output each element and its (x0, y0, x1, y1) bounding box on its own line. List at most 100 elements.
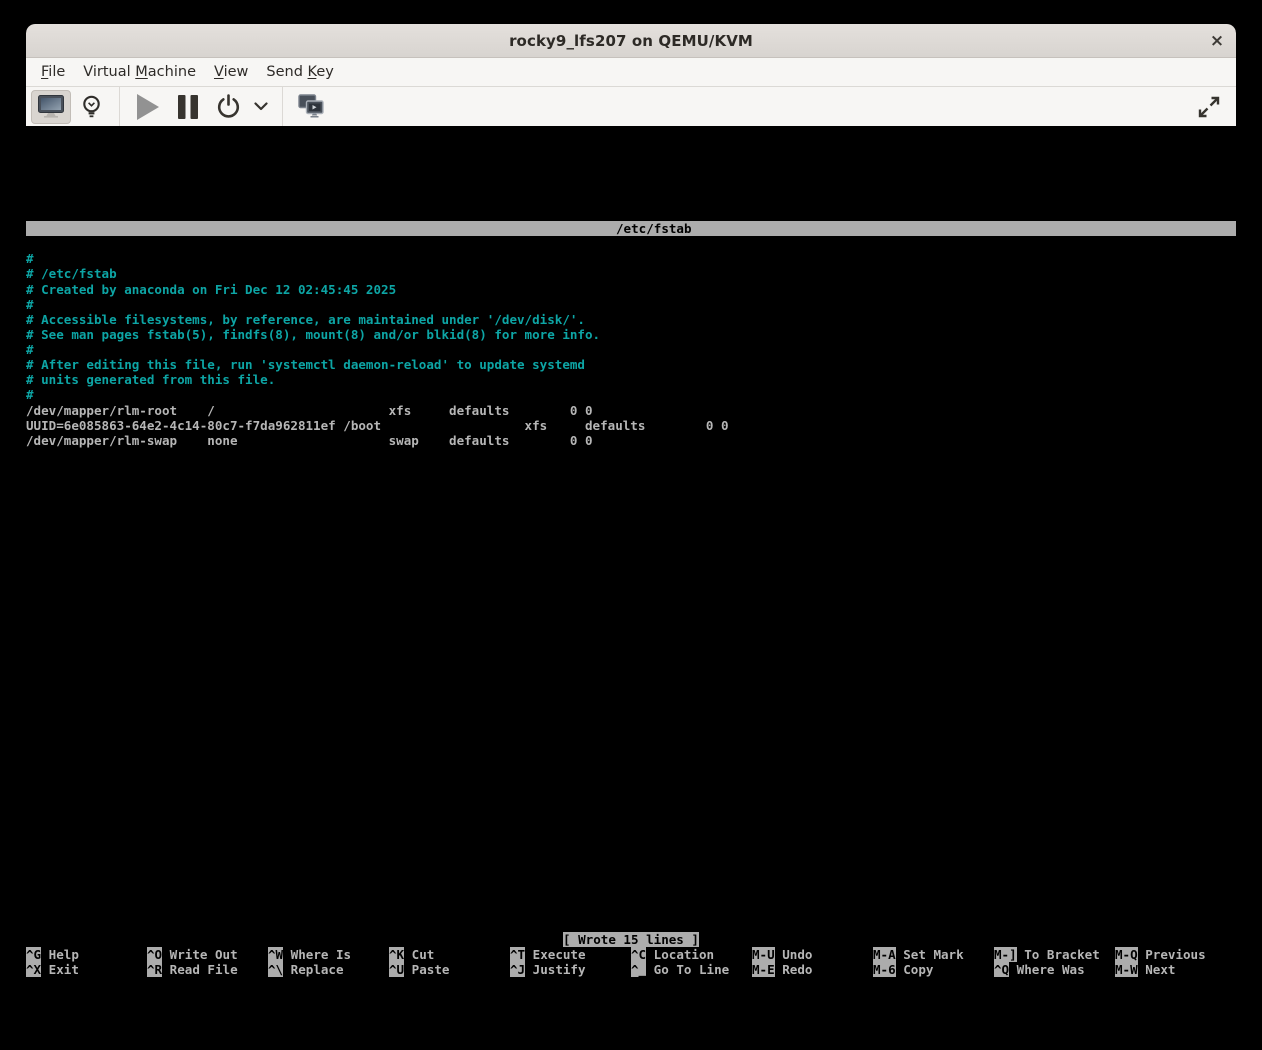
nano-version: GNU nano 5.6.1 (86, 236, 207, 251)
virt-manager-window: rocky9_lfs207 on QEMU/KVM × File Virtual… (26, 24, 1236, 1050)
nano-shortcut: ^T Execute (510, 947, 631, 962)
shortcut-label: Where Was (1009, 962, 1085, 977)
close-button[interactable]: × (1204, 28, 1230, 54)
shortcut-key: M-W (1115, 962, 1138, 977)
shortcut-key: ^_ (631, 962, 646, 977)
shortcut-label: Location (646, 947, 714, 962)
shortcut-key: ^\ (268, 962, 283, 977)
shortcut-label: Set Mark (896, 947, 964, 962)
nano-shortcuts-row2: ^X Exit^R Read File^\ Replace^U Paste^J … (26, 962, 1236, 977)
nano-shortcut: ^O Write Out (147, 947, 268, 962)
screenshot-button[interactable] (291, 90, 331, 124)
nano-shortcut: ^X Exit (26, 962, 147, 977)
nano-shortcut: M-] To Bracket (994, 947, 1115, 962)
toolbar (26, 87, 1236, 126)
nano-shortcuts-row1: ^G Help^O Write Out^W Where Is^K Cut^T E… (26, 947, 1236, 962)
menu-view[interactable]: View (205, 60, 257, 84)
shortcut-key: M-U (752, 947, 775, 962)
terminal-line: UUID=6e085863-64e2-4c14-80c7-f7da962811e… (26, 418, 1236, 433)
nano-shortcut: ^W Where Is (268, 947, 389, 962)
shortcut-key: ^W (268, 947, 283, 962)
terminal-line: # (26, 342, 1236, 357)
shortcut-label: Next (1138, 962, 1176, 977)
power-icon (216, 94, 241, 119)
terminal-line: # See man pages fstab(5), findfs(8), mou… (26, 327, 1236, 342)
shortcut-label: Copy (896, 962, 934, 977)
run-button[interactable] (128, 90, 168, 124)
nano-shortcut: ^U Paste (389, 962, 510, 977)
toolbar-separator (119, 87, 120, 126)
shortcut-label: Exit (41, 962, 79, 977)
terminal-line: # /etc/fstab (26, 266, 1236, 281)
shortcut-label: Help (41, 947, 79, 962)
terminal-line: /dev/mapper/rlm-root / xfs defaults 0 0 (26, 403, 1236, 418)
nano-shortcut: ^C Location (631, 947, 752, 962)
nano-shortcut: M-E Redo (752, 962, 873, 977)
shortcut-label: To Bracket (1017, 947, 1100, 962)
nano-titlebar: GNU nano 5.6.1 /etc/fstab (26, 221, 1236, 236)
shortcut-key: M-A (873, 947, 896, 962)
monitor-icon (38, 95, 64, 118)
show-hardware-details-button[interactable] (71, 90, 111, 124)
shutdown-button[interactable] (208, 90, 248, 124)
shortcut-key: ^C (631, 947, 646, 962)
shortcut-label: Redo (775, 962, 813, 977)
shortcut-label: Write Out (162, 947, 238, 962)
status-row: [ Wrote 15 lines ] (26, 932, 1236, 947)
lightbulb-icon (81, 95, 102, 119)
shortcut-key: ^O (147, 947, 162, 962)
nano-status-message: [ Wrote 15 lines ] (563, 932, 699, 947)
terminal-line: # units generated from this file. (26, 372, 1236, 387)
shortcut-label: Where Is (283, 947, 351, 962)
nano-shortcut: ^J Justify (510, 962, 631, 977)
nano-shortcut: M-6 Copy (873, 962, 994, 977)
terminal-line: # (26, 297, 1236, 312)
shortcut-key: ^X (26, 962, 41, 977)
titlebar[interactable]: rocky9_lfs207 on QEMU/KVM × (26, 24, 1236, 58)
chevron-down-icon (254, 102, 268, 111)
nano-shortcut: ^_ Go To Line (631, 962, 752, 977)
shortcut-label: Previous (1138, 947, 1206, 962)
nano-shortcut: ^G Help (26, 947, 147, 962)
terminal-body: ## /etc/fstab# Created by anaconda on Fr… (26, 251, 1236, 448)
menu-send-key[interactable]: Send Key (257, 60, 342, 84)
terminal-line: # (26, 251, 1236, 266)
shortcut-key: ^Q (994, 962, 1009, 977)
menu-file[interactable]: File (32, 60, 74, 84)
shortcut-key: M-] (994, 947, 1017, 962)
menu-virtual-machine[interactable]: Virtual Machine (74, 60, 205, 84)
console-view-button[interactable] (31, 90, 71, 124)
nano-shortcut: ^K Cut (389, 947, 510, 962)
nano-shortcut: ^R Read File (147, 962, 268, 977)
window-title: rocky9_lfs207 on QEMU/KVM (509, 32, 753, 50)
nano-shortcut: ^Q Where Was (994, 962, 1115, 977)
shortcut-label: Undo (775, 947, 813, 962)
pause-icon (177, 95, 199, 119)
shortcut-key: M-6 (873, 962, 896, 977)
nano-shortcut: M-A Set Mark (873, 947, 994, 962)
terminal-line: # After editing this file, run 'systemct… (26, 357, 1236, 372)
vm-console-display[interactable]: GNU nano 5.6.1 /etc/fstab ## /etc/fstab#… (26, 150, 1236, 1050)
menubar: File Virtual Machine View Send Key (26, 58, 1236, 87)
toolbar-separator (282, 87, 283, 126)
shortcut-key: ^R (147, 962, 162, 977)
terminal-line: /dev/mapper/rlm-swap none swap defaults … (26, 433, 1236, 448)
nano-shortcut: ^\ Replace (268, 962, 389, 977)
shortcut-key: ^U (389, 962, 404, 977)
nano-terminal: GNU nano 5.6.1 /etc/fstab ## /etc/fstab#… (26, 221, 1236, 978)
shortcut-label: Cut (404, 947, 434, 962)
shortcut-key: ^T (510, 947, 525, 962)
terminal-line: # Accessible filesystems, by reference, … (26, 312, 1236, 327)
nano-shortcut: M-Q Previous (1115, 947, 1236, 962)
shortcut-key: M-E (752, 962, 775, 977)
nano-shortcut: M-W Next (1115, 962, 1236, 977)
shutdown-menu-button[interactable] (248, 90, 274, 124)
terminal-line: # (26, 387, 1236, 402)
fullscreen-button[interactable] (1189, 90, 1229, 124)
shortcut-label: Read File (162, 962, 238, 977)
terminal-line: # Created by anaconda on Fri Dec 12 02:4… (26, 282, 1236, 297)
pause-button[interactable] (168, 90, 208, 124)
shortcut-label: Replace (283, 962, 343, 977)
shortcut-key: M-Q (1115, 947, 1138, 962)
shortcut-key: ^G (26, 947, 41, 962)
